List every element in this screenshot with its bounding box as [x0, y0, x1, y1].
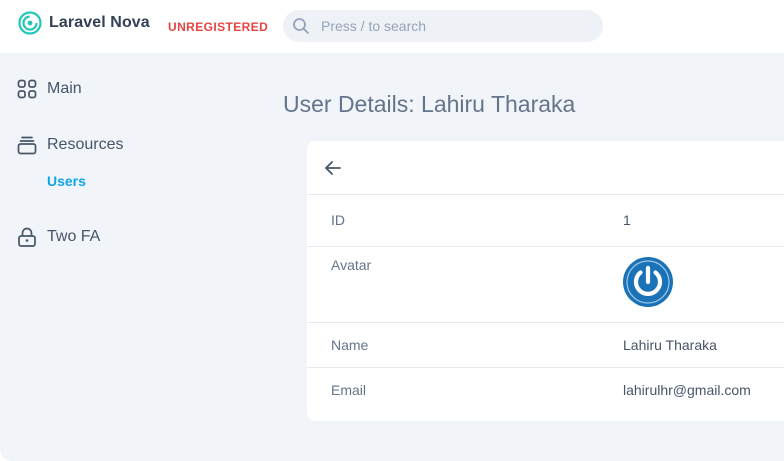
sidebar-item-resources[interactable]: Resources — [17, 135, 123, 155]
grid-icon — [17, 79, 37, 99]
sidebar-item-label: Resources — [47, 136, 124, 153]
sidebar-item-users[interactable]: Users — [47, 173, 86, 189]
field-label: Name — [331, 337, 369, 353]
brand-name: Laravel Nova — [49, 14, 150, 31]
archive-icon — [17, 136, 37, 155]
field-label: Email — [331, 382, 367, 398]
page-title: User Details: Lahiru Tharaka — [283, 91, 576, 117]
global-search[interactable] — [283, 10, 603, 42]
brand[interactable]: Laravel Nova — [18, 11, 150, 35]
sidebar-item-main[interactable]: Main — [17, 79, 82, 99]
sidebar-item-two-fa[interactable]: Two FA — [17, 227, 100, 247]
top-header: Laravel Nova UNREGISTERED — [0, 0, 784, 52]
main-area: Main Resources Users Two FA User Details… — [0, 53, 784, 461]
lock-icon — [18, 227, 36, 247]
avatar-power-icon — [623, 257, 673, 307]
license-status-badge: UNREGISTERED — [168, 20, 269, 34]
field-value: Lahiru Tharaka — [623, 337, 717, 353]
field-row-avatar: Avatar — [307, 247, 784, 323]
field-label: ID — [331, 212, 345, 228]
sidebar-item-label: Main — [47, 80, 82, 97]
card-header — [307, 141, 784, 195]
nova-logo-icon — [18, 11, 42, 35]
field-row-email: Email lahirulhr@gmail.com — [307, 368, 784, 418]
search-icon — [293, 18, 309, 34]
search-input[interactable] — [321, 10, 591, 42]
arrow-left-icon[interactable] — [323, 158, 343, 178]
detail-card: ID 1 Avatar Name Lahiru Tharaka Email la… — [307, 141, 784, 421]
field-value: 1 — [623, 212, 631, 228]
sidebar-item-label: Two FA — [47, 228, 101, 245]
field-label: Avatar — [331, 257, 372, 273]
field-row-id: ID 1 — [307, 195, 784, 247]
field-value: lahirulhr@gmail.com — [623, 382, 751, 398]
field-row-name: Name Lahiru Tharaka — [307, 323, 784, 368]
